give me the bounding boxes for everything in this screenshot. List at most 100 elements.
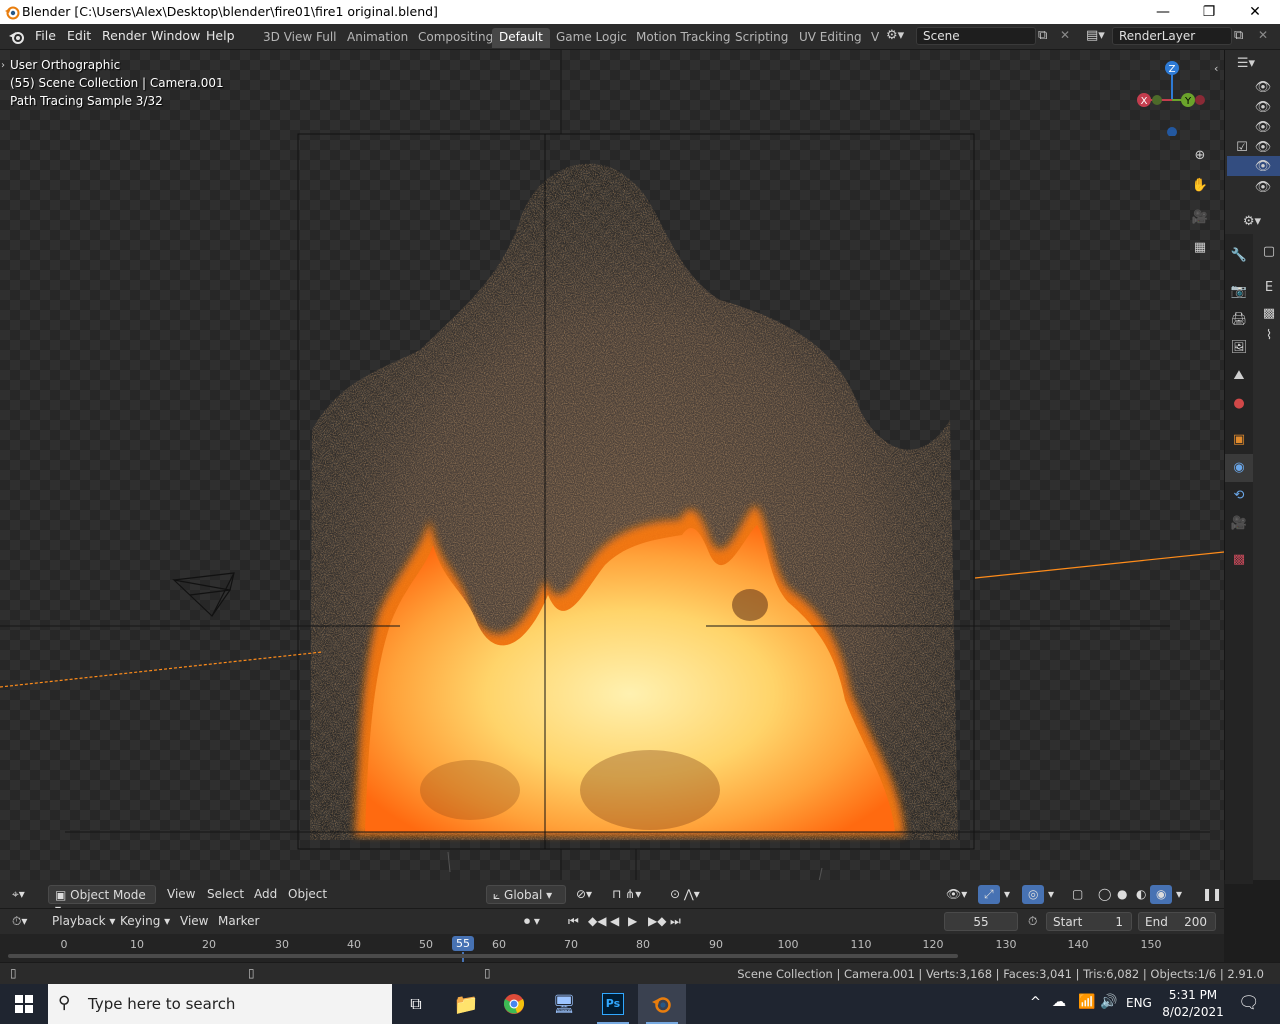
new-view-layer-icon[interactable]: ⧉ — [1234, 28, 1243, 43]
gizmo-dropdown-icon[interactable]: ▾ — [998, 885, 1016, 904]
render-layer-field[interactable]: RenderLayer — [1112, 27, 1232, 45]
texture-properties-icon[interactable]: ▩ — [1228, 548, 1250, 570]
delete-view-layer-icon[interactable]: ✕ — [1258, 28, 1268, 42]
visibility-eye-icon[interactable]: 👁 — [1252, 96, 1274, 118]
playback-menu[interactable]: Playback ▾ — [46, 912, 121, 931]
keying-menu[interactable]: Keying ▾ — [114, 912, 176, 931]
start-frame-field[interactable]: Start 1 — [1046, 912, 1132, 931]
tab-scripting[interactable]: Scripting — [728, 28, 795, 48]
tab-game-logic[interactable]: Game Logic — [549, 28, 634, 48]
new-scene-icon[interactable]: ⧉ — [1038, 28, 1047, 43]
menu-object[interactable]: Object — [282, 885, 333, 904]
notifications-icon[interactable]: 🗨 — [1238, 993, 1260, 1013]
preview-range-icon[interactable]: ⏱ — [1022, 912, 1043, 931]
timeline-editor-type-icon[interactable]: ⏱▾ — [6, 912, 33, 931]
file-explorer-icon[interactable]: 📁 — [442, 984, 490, 1024]
menu-add[interactable]: Add — [248, 885, 283, 904]
minimize-button[interactable]: — — [1140, 0, 1186, 24]
camera-view-icon[interactable]: 🎥 — [1189, 206, 1211, 228]
tab-more[interactable]: V — [864, 28, 886, 48]
menu-select[interactable]: Select — [201, 885, 250, 904]
sidebar-expand-icon[interactable]: ‹ — [1214, 62, 1218, 75]
end-frame-field[interactable]: End 200 — [1138, 912, 1216, 931]
jump-end-icon[interactable]: ⏭ — [664, 912, 687, 931]
proportional-edit-icon[interactable]: ⊙ ⋀▾ — [664, 885, 706, 904]
visibility-eye-icon[interactable]: 👁 — [1252, 176, 1274, 198]
grid-toggle-icon[interactable]: ▦ — [1189, 236, 1211, 258]
tool-properties-icon[interactable]: 🔧 — [1228, 244, 1250, 266]
clock-date[interactable]: 8/02/2021 — [1162, 1005, 1224, 1019]
current-frame-field[interactable]: 55 — [944, 912, 1018, 931]
tab-motion-tracking[interactable]: Motion Tracking — [629, 28, 737, 48]
3d-viewport[interactable]: User Orthographic (55) Scene Collection … — [0, 50, 1224, 880]
visibility-eye-icon[interactable]: 👁 — [1252, 155, 1274, 177]
visibility-eye-icon[interactable]: 👁 — [1252, 116, 1274, 138]
blender-taskbar-icon[interactable] — [638, 984, 686, 1024]
overlays-dropdown-icon[interactable]: ▾ — [1042, 885, 1060, 904]
view-layer-selector-icon[interactable]: ▤▾ — [1086, 28, 1105, 43]
visibility-eye-icon[interactable]: 👁 — [1252, 76, 1274, 98]
object-visibility-icon[interactable]: 👁▾ — [940, 885, 973, 904]
object-data-properties-icon[interactable]: 🎥 — [1228, 512, 1250, 534]
navigation-gizmo[interactable]: Z Y X — [1130, 56, 1214, 136]
menu-file[interactable]: File — [35, 28, 56, 43]
remote-desktop-icon[interactable]: 🖥 — [540, 984, 588, 1024]
world-properties-icon[interactable]: ● — [1228, 392, 1250, 414]
editor-type-icon[interactable]: ⌖▾ — [6, 885, 31, 904]
marker-menu[interactable]: Marker — [212, 912, 265, 931]
tab-uv-editing[interactable]: UV Editing — [792, 28, 869, 48]
menu-window[interactable]: Window — [151, 28, 200, 43]
onedrive-icon[interactable]: ☁ — [1052, 994, 1066, 1010]
tab-animation[interactable]: Animation — [340, 28, 415, 48]
transform-orientation-dropdown[interactable]: ⟀ Global ▾ — [486, 885, 566, 904]
clock-time[interactable]: 5:31 PM — [1166, 988, 1220, 1002]
physics-properties-icon[interactable]: ◉ — [1228, 456, 1250, 478]
view-layer-properties-icon[interactable]: 🖼 — [1228, 336, 1250, 358]
pause-render-icon[interactable]: ❚❚ — [1196, 885, 1228, 904]
chrome-icon[interactable] — [490, 984, 538, 1024]
delete-scene-icon[interactable]: ✕ — [1060, 28, 1070, 42]
constraint-properties-icon[interactable]: ⟲ — [1228, 484, 1250, 506]
network-icon[interactable]: 📶 — [1078, 994, 1095, 1010]
scene-properties-icon[interactable]: ⛰ — [1228, 364, 1250, 386]
playhead-frame-label[interactable]: 55 — [452, 936, 474, 951]
menu-render[interactable]: Render — [102, 28, 147, 43]
restore-button[interactable]: ❐ — [1186, 0, 1232, 24]
panel-icon[interactable]: ▢ — [1258, 240, 1280, 262]
render-properties-icon[interactable]: 📷 — [1228, 280, 1250, 302]
pan-hand-icon[interactable]: ✋ — [1189, 174, 1211, 196]
play-icon[interactable]: ▶ — [622, 912, 643, 931]
xray-toggle-icon[interactable]: ▢ — [1066, 885, 1089, 904]
menu-help[interactable]: Help — [206, 28, 235, 43]
timeline-view-menu[interactable]: View — [174, 912, 214, 931]
collection-checkbox-icon[interactable]: ☑ — [1231, 136, 1253, 158]
gizmo-toggle-icon[interactable]: ⤢ — [978, 885, 1000, 904]
pivot-point-icon[interactable]: ⊘▾ — [570, 885, 598, 904]
snap-icon[interactable]: ⊓ ⋔▾ — [606, 885, 647, 904]
input-language[interactable]: ENG — [1126, 996, 1152, 1010]
menu-view[interactable]: View — [161, 885, 201, 904]
tab-3d-view-full[interactable]: 3D View Full — [256, 28, 344, 48]
volume-icon[interactable]: 🔊 — [1100, 994, 1117, 1010]
blender-menu-icon[interactable] — [8, 29, 26, 45]
outliner-display-mode-icon[interactable]: ☰▾ — [1235, 52, 1257, 74]
shading-options-icon[interactable]: ▾ — [1170, 885, 1188, 904]
task-view-icon[interactable]: ⧉ — [392, 984, 440, 1024]
menu-edit[interactable]: Edit — [67, 28, 91, 43]
timeline-scrollbar[interactable] — [8, 954, 958, 958]
scene-name-field[interactable]: Scene — [916, 27, 1036, 45]
object-mode-dropdown[interactable]: ▣ Object Mode ▾ — [48, 885, 156, 916]
taskbar-search-box[interactable]: ⚲ Type here to search — [48, 984, 392, 1024]
timeline-scrubber[interactable]: 0 10 20 30 40 50 55 60 70 80 90 100 110 … — [0, 934, 1224, 962]
auto-keying-icon[interactable]: ⏺ ▾ — [518, 912, 546, 931]
tab-default[interactable]: Default — [492, 28, 550, 48]
object-properties-icon[interactable]: ▣ — [1228, 428, 1250, 450]
toolbar-expand-icon[interactable]: › — [1, 60, 5, 71]
close-window-button[interactable]: ✕ — [1232, 0, 1278, 24]
photoshop-icon[interactable]: Ps — [589, 984, 637, 1024]
scene-selector-icon[interactable]: ⚙▾ — [886, 28, 904, 43]
zoom-icon[interactable]: ⊕ — [1189, 144, 1211, 166]
show-hidden-icons[interactable]: ^ — [1030, 995, 1041, 1010]
output-properties-icon[interactable]: 🖨 — [1228, 308, 1250, 330]
start-button[interactable] — [0, 984, 48, 1024]
